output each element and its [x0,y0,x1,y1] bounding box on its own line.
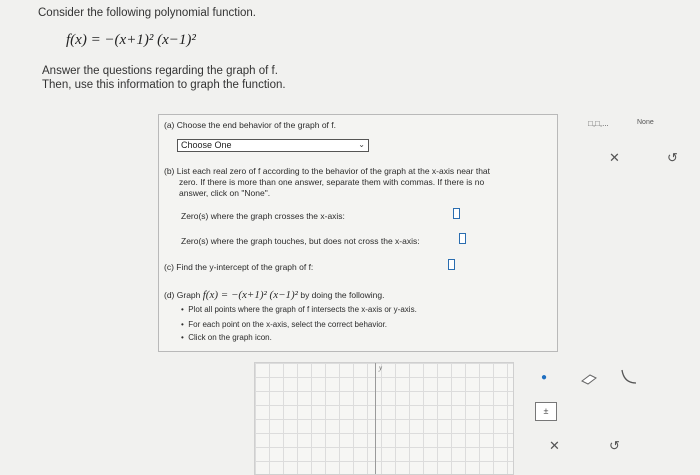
end-behavior-dropdown[interactable]: Choose One ⌄ [177,139,369,152]
graph-area[interactable]: y [254,362,514,475]
part-d-function: f(x) = −(x+1)² (x−1)² [202,289,298,301]
chevron-down-icon: ⌄ [358,140,365,149]
curve-tool-icon[interactable] [619,367,639,392]
function-formula: f(x) = −(x+1)² (x−1)² [66,32,196,48]
bullet-2: • For each point on the x-axis, select t… [181,320,388,329]
graph-icon[interactable]: ± [535,402,557,421]
y-intercept-input[interactable] [448,259,455,270]
eraser-tool-icon[interactable] [580,372,598,390]
crosses-input[interactable] [453,208,460,219]
undo-icon[interactable]: ↺ [667,150,678,166]
part-c-label: (c) Find the y-intercept of the graph of… [164,262,314,272]
y-axis [375,363,376,474]
graph-clear-icon[interactable]: ✕ [549,438,560,454]
bullet-3: • Click on the graph icon. [181,333,272,342]
dropdown-value: Choose One [181,140,232,150]
part-d-prefix: (d) Graph [164,290,201,300]
answer-line-1: Answer the questions regarding the graph… [42,65,278,77]
part-b-line-1: (b) List each real zero of f according t… [164,166,491,176]
answer-line-2: Then, use this information to graph the … [42,79,286,91]
clear-icon[interactable]: ✕ [609,150,620,166]
crosses-label: Zero(s) where the graph crosses the x-ax… [181,211,345,221]
point-tool-icon[interactable]: ● [541,372,547,383]
bullet-1: • Plot all points where the graph of f i… [181,305,417,314]
touches-input[interactable] [459,233,466,244]
multi-box-button[interactable]: □,□,... [588,119,609,128]
part-a-label: (a) Choose the end behavior of the graph… [164,120,337,130]
none-button[interactable]: None [637,119,654,126]
instruction-text: Consider the following polynomial functi… [38,7,256,19]
part-b-line-2: zero. If there is more than one answer, … [179,177,485,187]
y-axis-label: y [379,364,383,372]
graph-undo-icon[interactable]: ↺ [609,438,620,454]
part-d-label: (d) Graph f(x) = −(x+1)² (x−1)² by doing… [164,289,384,301]
part-d-suffix: by doing the following. [300,290,385,300]
touches-label: Zero(s) where the graph touches, but doe… [181,236,420,246]
part-b-line-3: answer, click on "None". [179,188,271,198]
